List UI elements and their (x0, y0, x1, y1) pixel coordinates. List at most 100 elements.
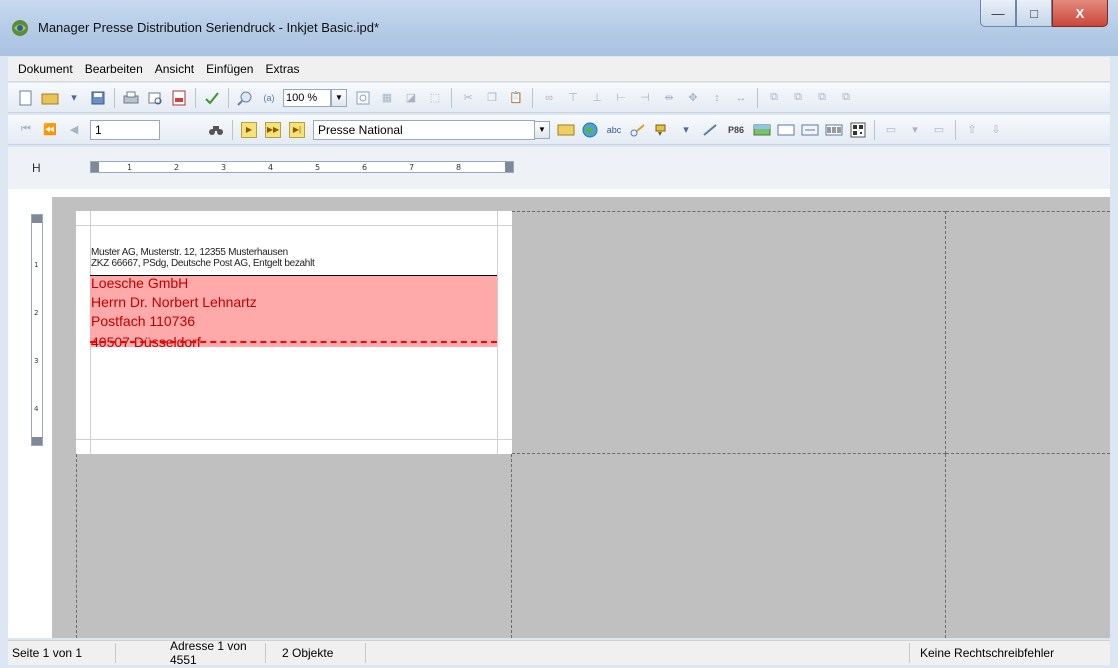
sender-line-2: ZKZ 66667, PSdg, Deutsche Post AG, Entge… (91, 258, 315, 269)
menu-bar: Dokument Bearbeiten Ansicht Einfügen Ext… (8, 57, 1110, 82)
distribute-h-icon[interactable]: ⇹ (660, 89, 678, 107)
menu-extras[interactable]: Extras (259, 62, 305, 76)
window-title: Manager Presse Distribution Seriendruck … (38, 20, 380, 35)
dropdown-arrow-icon[interactable]: ▾ (65, 89, 83, 107)
align-left-icon[interactable]: ⊢ (612, 89, 630, 107)
label-cell[interactable] (946, 211, 1110, 454)
envelope-icon[interactable] (557, 121, 575, 139)
special-service-icon[interactable]: P86 (725, 121, 747, 139)
previous-record-icon[interactable]: ◀ (65, 121, 83, 139)
insert-object-icon[interactable]: ▭ (882, 121, 900, 139)
open-folder-icon[interactable] (41, 89, 59, 107)
horizontal-ruler[interactable]: 1 2 3 4 5 6 7 8 (90, 161, 514, 173)
next-fast-icon[interactable]: ▶▶ (265, 121, 281, 138)
menu-einfuegen[interactable]: Einfügen (200, 62, 259, 76)
last-record-icon[interactable]: ▶| (289, 121, 305, 138)
group-icon[interactable]: ⧉ (813, 89, 831, 107)
menu-bearbeiten[interactable]: Bearbeiten (79, 62, 149, 76)
ruler-unit-label: H (32, 161, 41, 175)
address-line: Herrn Dr. Norbert Lehnartz (91, 294, 257, 310)
search-icon[interactable] (236, 89, 254, 107)
ruler-tick: 8 (456, 163, 462, 172)
vertical-ruler[interactable]: 1 2 3 4 (31, 214, 43, 446)
zoom-dropdown-icon[interactable]: ▼ (331, 88, 347, 107)
shape-tool-icon[interactable] (653, 121, 671, 139)
abc-text-icon[interactable]: abc (605, 121, 623, 139)
ruler-tick: 4 (268, 163, 274, 172)
barcode-tool-icon[interactable] (629, 121, 647, 139)
previous-fast-icon[interactable]: ⏪ (41, 121, 59, 139)
move-up-icon[interactable]: ⇧ (963, 121, 981, 139)
textfield-icon[interactable] (801, 121, 819, 139)
status-spelling: Keine Rechtschreibfehler (920, 646, 1055, 660)
center-icon[interactable]: ✥ (684, 89, 702, 107)
save-icon[interactable] (89, 89, 107, 107)
next-record-icon[interactable]: ▶ (241, 121, 257, 138)
ruler-tick: 2 (34, 309, 39, 317)
ruler-tick: 7 (409, 163, 415, 172)
label-cell[interactable] (512, 454, 946, 638)
spacing-icon[interactable]: ↔ (732, 89, 750, 107)
label-cell[interactable] (76, 454, 512, 638)
address-line: Postfach 110736 (91, 313, 196, 329)
label-cell[interactable] (946, 454, 1110, 638)
link-icon[interactable]: ∞ (540, 89, 558, 107)
insert-dropdown-icon[interactable]: ▾ (906, 121, 924, 139)
address-line: Loesche GmbH (91, 276, 189, 291)
list-select[interactable]: Presse National (313, 119, 535, 140)
list-dropdown-icon[interactable]: ▼ (534, 120, 550, 139)
minimize-button[interactable]: — (980, 0, 1016, 27)
qrcode-icon[interactable] (849, 121, 867, 139)
paste-icon[interactable]: 📋 (507, 89, 525, 107)
delete-object-icon[interactable]: ▭ (930, 121, 948, 139)
label-cell[interactable] (512, 211, 946, 454)
active-label[interactable]: Muster AG, Musterstr. 12, 12355 Musterha… (76, 211, 512, 454)
fit-page-icon[interactable] (354, 89, 372, 107)
distribute-v-icon[interactable]: ↕ (708, 89, 726, 107)
sender-line-1: Muster AG, Musterstr. 12, 12355 Musterha… (91, 247, 288, 258)
rectangle-icon[interactable] (777, 121, 795, 139)
copy-icon[interactable]: ❐ (483, 89, 501, 107)
cut-icon[interactable]: ✂ (459, 89, 477, 107)
maximize-button[interactable]: □ (1016, 0, 1052, 27)
app-icon (12, 20, 28, 36)
crop-icon[interactable]: ⬚ (426, 89, 444, 107)
globe-icon[interactable] (581, 121, 599, 139)
first-record-icon[interactable]: ⏮ (17, 121, 35, 139)
print-preview-icon[interactable] (146, 89, 164, 107)
label-sheet-canvas[interactable]: Muster AG, Musterstr. 12, 12355 Musterha… (52, 197, 1110, 638)
bring-front-icon[interactable]: ⧉ (765, 89, 783, 107)
ruler-area: H 1 2 3 4 5 6 7 8 (8, 147, 1110, 189)
ruler-tick: 4 (34, 405, 39, 413)
sender-line-text[interactable]: Muster AG, Musterstr. 12, 12355 Musterha… (91, 247, 315, 269)
grid-icon[interactable]: ▦ (378, 89, 396, 107)
ungroup-icon[interactable]: ⧉ (837, 89, 855, 107)
new-document-icon[interactable] (17, 89, 35, 107)
standard-toolbar: ▾ (a) 100 % ▼ ▦ ◪ ⬚ ✂ ❐ 📋 ∞ ⊤ ⊥ ⊢ ⊣ ⇹ ✥ … (8, 83, 1110, 113)
print-icon[interactable] (122, 89, 140, 107)
record-number-input[interactable]: 1 (90, 119, 160, 140)
status-objects: 2 Objekte (266, 643, 366, 663)
menu-ansicht[interactable]: Ansicht (149, 62, 200, 76)
align-right-icon[interactable]: ⊣ (636, 89, 654, 107)
move-down-icon[interactable]: ⇩ (987, 121, 1005, 139)
pdf-export-icon[interactable] (170, 89, 188, 107)
barcode-icon[interactable] (825, 121, 843, 139)
line-tool-icon[interactable] (701, 121, 719, 139)
ruler-tick: 3 (221, 163, 227, 172)
title-bar[interactable]: Manager Presse Distribution Seriendruck … (0, 0, 1118, 56)
binoculars-icon[interactable] (207, 121, 225, 139)
zoom-combo[interactable]: 100 % (283, 88, 331, 107)
spellcheck-icon[interactable] (203, 89, 221, 107)
shape-dropdown-icon[interactable]: ▾ (677, 121, 695, 139)
edit-image-icon[interactable]: ◪ (402, 89, 420, 107)
image-icon[interactable] (753, 121, 771, 139)
align-top-icon[interactable]: ⊤ (564, 89, 582, 107)
close-button[interactable]: X (1052, 0, 1108, 27)
address-block[interactable]: Loesche GmbH Herrn Dr. Norbert Lehnartz … (90, 276, 497, 347)
status-bar: Seite 1 von 1 Adresse 1 von 4551 2 Objek… (8, 639, 1110, 667)
send-back-icon[interactable]: ⧉ (789, 89, 807, 107)
align-bottom-icon[interactable]: ⊥ (588, 89, 606, 107)
field-icon[interactable]: (a) (260, 89, 278, 107)
menu-dokument[interactable]: Dokument (8, 62, 79, 76)
